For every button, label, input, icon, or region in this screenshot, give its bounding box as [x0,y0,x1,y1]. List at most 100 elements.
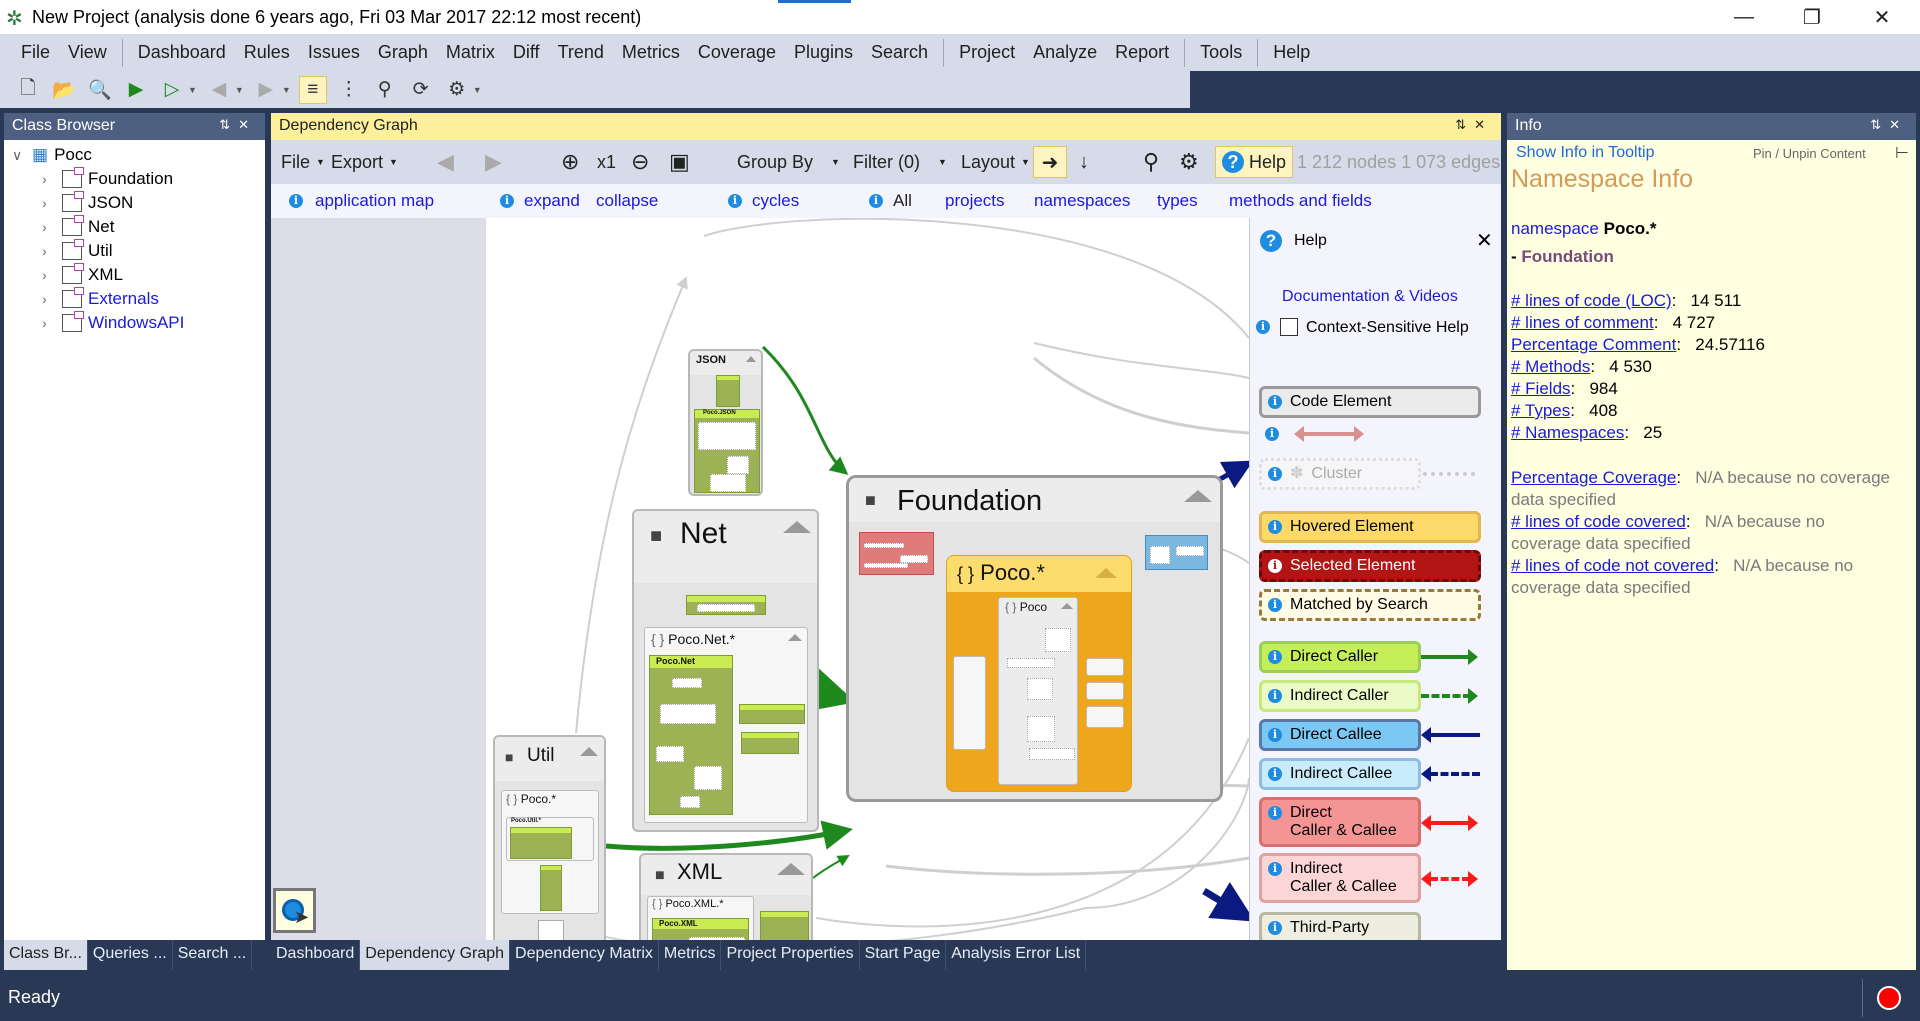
file-dropdown[interactable]: File ▼ [281,140,325,184]
namespaces-link[interactable]: namespaces [1034,191,1130,211]
menu-rules[interactable]: Rules [235,42,299,63]
metric-link[interactable]: # Fields [1511,379,1571,398]
forward-icon[interactable]: ▶ [252,76,280,104]
menu-tools[interactable]: Tools [1191,42,1251,63]
menu-graph[interactable]: Graph [369,42,437,63]
search-icon[interactable]: ⚲ [1143,140,1159,184]
settings-icon[interactable]: ⚙ [1179,140,1199,184]
layout-top-down-icon[interactable]: ↓ [1079,140,1089,184]
chevron-down-icon[interactable]: ▼ [235,85,244,95]
minimize-icon[interactable]: — [1714,0,1774,34]
coverage-link[interactable]: Percentage Coverage [1511,468,1676,487]
methods-and-fields-link[interactable]: methods and fields [1229,191,1372,211]
application-map-link[interactable]: application map [315,191,434,211]
back-icon[interactable]: ◀ [205,76,233,104]
restore-icon[interactable]: ❐ [1782,0,1842,34]
pin-icon[interactable]: ⊢ [1895,143,1909,163]
new-project-icon[interactable]: 🗋 [14,76,42,104]
group-by-dropdown[interactable]: Group By ▼ [737,140,840,184]
chevron-right-icon[interactable]: › [42,267,56,283]
coverage-link[interactable]: # lines of code not covered [1511,556,1714,575]
layout-dropdown[interactable]: Layout ▼ [961,140,1030,184]
graph-canvas[interactable]: JSON Poco.JSON ■ Net { } Poco.Net.* Poco… [486,218,1249,940]
metric-link[interactable]: Percentage Comment [1511,335,1676,354]
menu-dashboard[interactable]: Dashboard [129,42,235,63]
tree-item[interactable]: › XML [42,263,123,287]
collapse-link[interactable]: collapse [596,191,658,211]
menu-trend[interactable]: Trend [549,42,613,63]
graph-node-json[interactable]: JSON Poco.JSON [688,349,763,496]
settings-icon[interactable]: ⚙ [443,76,471,104]
metric-link[interactable]: # Namespaces [1511,423,1624,442]
bottom-tab[interactable]: Search ... [173,940,253,970]
zoom-in-icon[interactable]: ⊕ [561,140,579,184]
menu-search[interactable]: Search [862,42,937,63]
layout-left-right-icon[interactable]: ➜ [1033,146,1067,178]
menu-report[interactable]: Report [1106,42,1178,63]
chevron-right-icon[interactable]: › [42,171,56,187]
document-tab[interactable]: Dependency Matrix [510,940,659,970]
pin-icon[interactable]: ⇅✕ [219,117,257,136]
menu-metrics[interactable]: Metrics [613,42,689,63]
menu-coverage[interactable]: Coverage [689,42,785,63]
projects-link[interactable]: projects [945,191,1005,211]
open-project-icon[interactable]: 📂 [50,76,78,104]
pin-unpin-link[interactable]: Pin / Unpin Content [1753,146,1866,161]
refresh-icon[interactable]: ⟳ [407,76,435,104]
document-tab[interactable]: Project Properties [721,940,860,970]
types-link[interactable]: types [1157,191,1198,211]
document-tab[interactable]: Dashboard [271,940,361,970]
menu-file[interactable]: File [12,42,59,63]
tree-item[interactable]: › WindowsAPI [42,311,184,335]
document-tab[interactable]: Dependency Graph [360,940,511,970]
chevron-down-icon[interactable]: ▼ [188,85,197,95]
compare-icon[interactable]: 🔍 [86,76,114,104]
document-tab[interactable]: Start Page [860,940,947,970]
zoom-out-icon[interactable]: ⊖ [631,140,649,184]
metric-link[interactable]: # Types [1511,401,1570,420]
menu-diff[interactable]: Diff [504,42,549,63]
info-icon[interactable]: i [869,194,883,208]
graph-node-poco-star[interactable]: { } Poco.* { } Poco [946,555,1132,792]
chevron-right-icon[interactable]: › [42,243,56,259]
menu-help[interactable]: Help [1264,42,1319,63]
fit-to-screen-icon[interactable]: ▣ [669,140,690,184]
analyze-options-icon[interactable]: ▷ [158,76,186,104]
tree-item[interactable]: › Net [42,215,114,239]
back-icon[interactable]: ◀ [437,140,454,184]
chevron-down-icon[interactable]: ▼ [282,85,291,95]
metric-link[interactable]: # Methods [1511,357,1590,376]
menu-analyze[interactable]: Analyze [1024,42,1106,63]
chevron-right-icon[interactable]: › [42,315,56,331]
menu-view[interactable]: View [59,42,116,63]
all-link[interactable]: All [893,191,912,211]
list-view-icon[interactable]: ⋮ [335,76,363,104]
menu-plugins[interactable]: Plugins [785,42,862,63]
metric-link[interactable]: # lines of comment [1511,313,1654,332]
close-icon[interactable]: ✕ [1476,228,1493,253]
export-dropdown[interactable]: Export ▼ [331,140,398,184]
pin-close-icon[interactable]: ⇅✕ [1870,117,1908,136]
tree-item[interactable]: › Externals [42,287,159,311]
chevron-right-icon[interactable]: › [42,219,56,235]
help-button[interactable]: ? Help [1215,146,1294,178]
document-tab[interactable]: Metrics [659,940,722,970]
tree-root[interactable]: ∨ ▦ Pocc [12,143,92,167]
chevron-down-icon[interactable]: ∨ [12,147,26,164]
graph-node-foundation[interactable]: ■ Foundation { } Poco.* { } Poco [846,475,1223,802]
chevron-right-icon[interactable]: › [42,195,56,211]
context-help-checkbox[interactable] [1280,318,1298,336]
record-icon[interactable] [1877,986,1901,1010]
graph-node-xml[interactable]: ■ XML { } Poco.XML.* Poco.XML [639,853,813,940]
filter-dropdown[interactable]: Filter (0) ▼ [853,140,947,184]
graph-node-net[interactable]: ■ Net { } Poco.Net.* Poco.Net [632,509,819,832]
info-icon[interactable]: i [728,194,742,208]
bottom-tab[interactable]: Class Br... [4,940,88,970]
tree-view-icon[interactable]: ≡ [298,75,327,104]
close-icon[interactable]: ✕ [1852,0,1912,34]
graph-node-util[interactable]: ■ Util { } Poco.* Poco.Util.* [493,735,606,940]
info-icon[interactable]: i [500,194,514,208]
run-analysis-icon[interactable]: ▶ [122,76,150,104]
document-tab[interactable]: Analysis Error List [946,940,1087,970]
info-icon[interactable]: i [1265,427,1279,441]
